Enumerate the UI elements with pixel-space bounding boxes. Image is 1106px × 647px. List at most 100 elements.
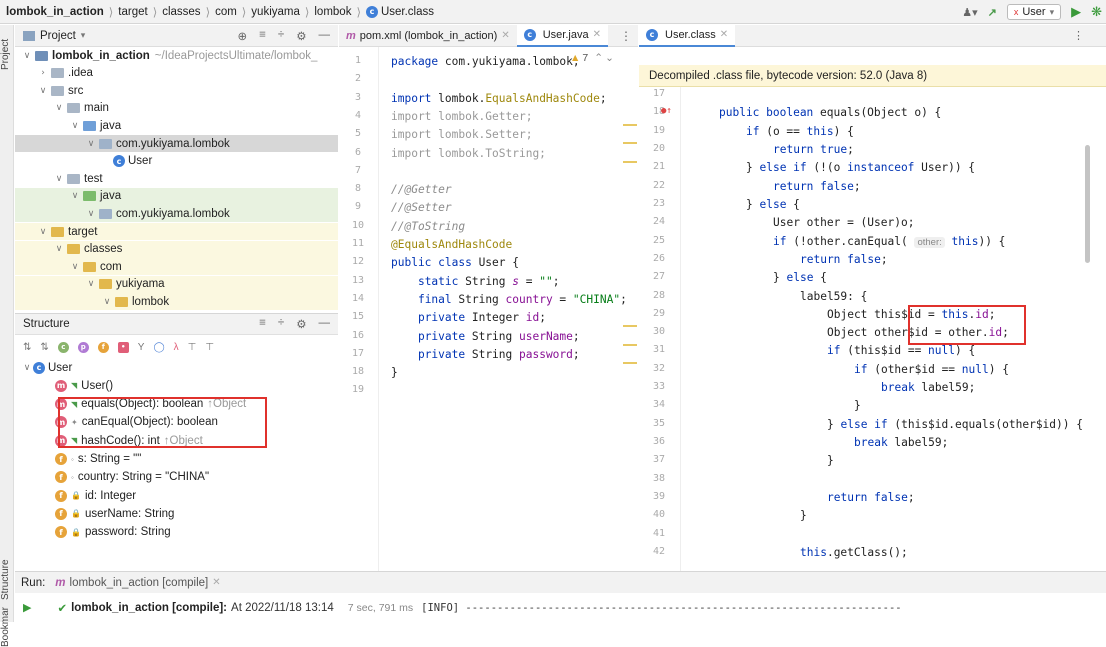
- hide-icon[interactable]: —: [319, 29, 331, 43]
- run-log-line: [INFO] ---------------------------------…: [421, 601, 902, 614]
- chevron-up-icon[interactable]: ⌃: [594, 52, 603, 64]
- breadcrumb-item[interactable]: com: [215, 6, 237, 18]
- structure-member[interactable]: f ◦ s: String = "": [15, 451, 338, 468]
- line-number: 24: [652, 216, 666, 228]
- chevron-down-icon[interactable]: ∨: [85, 139, 97, 149]
- show-properties-icon[interactable]: p: [77, 341, 89, 353]
- tree-item[interactable]: › .idea: [15, 65, 338, 82]
- autoscroll-to-source-icon[interactable]: ⊤: [188, 342, 197, 353]
- close-icon[interactable]: ✕: [501, 30, 509, 41]
- gear-icon[interactable]: ⚙: [296, 29, 306, 43]
- chevron-down-icon[interactable]: ∨: [101, 297, 113, 307]
- run-tab[interactable]: m lombok_in_action [compile] ✕: [55, 577, 220, 589]
- locate-icon[interactable]: ⊕: [238, 29, 248, 43]
- close-icon[interactable]: ✕: [212, 577, 220, 588]
- editor-scrollbar[interactable]: [1085, 145, 1090, 263]
- debug-icon[interactable]: ❋: [1091, 4, 1102, 20]
- structure-member[interactable]: f 🔒 userName: String: [15, 505, 338, 522]
- build-hammer-icon[interactable]: ↗: [988, 6, 997, 19]
- tree-item[interactable]: ∨ test: [15, 170, 338, 187]
- breadcrumb-item[interactable]: lombok: [314, 6, 351, 18]
- show-anonymous-icon[interactable]: ◯: [153, 342, 164, 353]
- show-lambdas-icon[interactable]: λ: [174, 342, 179, 353]
- editor-user-class[interactable]: 17 18 public boolean equals(Object o) {●↑ 1…: [639, 87, 1106, 571]
- expand-all-icon[interactable]: ≡: [259, 29, 266, 43]
- chevron-down-icon[interactable]: ∨: [69, 121, 81, 131]
- structure-root[interactable]: ∨ c User: [15, 359, 338, 376]
- chevron-down-icon[interactable]: ∨: [37, 227, 49, 237]
- chevron-down-icon[interactable]: ∨: [37, 86, 49, 96]
- breadcrumb-item[interactable]: lombok_in_action: [6, 6, 104, 18]
- tree-item[interactable]: ∨ com.yukiyama.lombok: [15, 205, 338, 223]
- chevron-down-icon[interactable]: ∨: [21, 363, 33, 373]
- tree-item[interactable]: ∨ src: [15, 82, 338, 99]
- show-nonpublic-icon[interactable]: •: [117, 341, 129, 353]
- show-fields-icon[interactable]: f: [97, 341, 109, 353]
- tree-item[interactable]: ∨ classes: [15, 240, 338, 258]
- chevron-right-icon[interactable]: ›: [37, 68, 49, 78]
- tree-item[interactable]: c User: [15, 153, 338, 170]
- tree-item[interactable]: ∨ main: [15, 100, 338, 117]
- more-tabs-icon[interactable]: ⋮: [620, 29, 632, 43]
- run-entry-title[interactable]: lombok_in_action [compile]:: [71, 602, 227, 614]
- editor-user-java[interactable]: 1 package com.yukiyama.lombok; 2 3 import lo…: [339, 47, 638, 571]
- code-line: package com.yukiyama.lombok;: [391, 55, 580, 68]
- tree-item[interactable]: ∨ target: [15, 223, 338, 240]
- chevron-down-icon[interactable]: ∨: [69, 191, 81, 201]
- collapse-all-icon[interactable]: ÷: [278, 29, 284, 43]
- chevron-down-icon[interactable]: ∨: [53, 244, 65, 254]
- vcs-user-icon[interactable]: ♟▾: [962, 6, 977, 19]
- tab-user-java[interactable]: c User.java ✕: [516, 24, 608, 47]
- show-inherited-icon[interactable]: c: [57, 341, 69, 353]
- project-tool-button[interactable]: Project: [0, 29, 14, 79]
- chevron-down-icon[interactable]: ▾: [81, 30, 86, 41]
- structure-member[interactable]: f 🔒 id: Integer: [15, 487, 338, 504]
- line-number: 2: [354, 73, 362, 85]
- override-gutter-icon[interactable]: ●↑: [661, 106, 672, 116]
- project-tree: ∨ lombok_in_action ~/IdeaProjectsUltimate/…: [15, 47, 338, 313]
- structure-member[interactable]: f 🔒 password: String: [15, 524, 338, 541]
- project-panel-title[interactable]: Project: [40, 30, 76, 42]
- run-config-selector[interactable]: x User ▾: [1006, 4, 1062, 20]
- chevron-down-icon[interactable]: ∨: [85, 279, 97, 289]
- run-icon[interactable]: ▶: [1071, 4, 1081, 20]
- breadcrumb-item[interactable]: classes: [162, 6, 200, 18]
- rerun-icon[interactable]: ▶: [23, 601, 31, 614]
- hide-icon[interactable]: —: [319, 317, 331, 331]
- tree-item[interactable]: ∨ lombok: [15, 293, 338, 311]
- tree-item[interactable]: ∨ lombok_in_action ~/IdeaProjectsUltimate/…: [15, 47, 338, 64]
- chevron-down-icon[interactable]: ∨: [69, 262, 81, 272]
- expand-all-icon[interactable]: ≡: [259, 317, 266, 331]
- gear-icon[interactable]: ⚙: [296, 317, 306, 331]
- breadcrumb-item[interactable]: target: [118, 6, 147, 18]
- tree-item[interactable]: ∨ java: [15, 187, 338, 205]
- autoscroll-from-source-icon[interactable]: ⊤: [205, 342, 214, 353]
- close-icon[interactable]: ✕: [720, 29, 728, 40]
- structure-member[interactable]: f ◦ country: String = "CHINA": [15, 469, 338, 486]
- bookmarks-tool-button[interactable]: Bookmarks: [0, 607, 14, 647]
- structure-tool-button[interactable]: Structure: [0, 555, 14, 605]
- chevron-down-icon[interactable]: ⌄: [605, 52, 614, 64]
- sort-alpha-icon[interactable]: ⇅: [40, 342, 48, 353]
- sort-visibility-icon[interactable]: ⇅: [23, 342, 31, 353]
- filter-icon[interactable]: Y: [138, 342, 145, 353]
- tab-pom-xml[interactable]: m pom.xml (lombok_in_action) ✕: [339, 25, 517, 47]
- breadcrumb-item[interactable]: yukiyama: [251, 6, 300, 18]
- chevron-down-icon[interactable]: ∨: [21, 51, 33, 61]
- chevron-down-icon[interactable]: ∨: [85, 209, 97, 219]
- inspection-widget[interactable]: ▲ 7 ⌃ ⌄: [570, 52, 614, 64]
- close-icon[interactable]: ✕: [593, 29, 601, 40]
- structure-member[interactable]: m ◥ User(): [15, 377, 338, 394]
- more-tabs-icon[interactable]: ⋮: [1073, 29, 1084, 42]
- breadcrumb-item[interactable]: c User.class: [365, 5, 434, 18]
- tree-item[interactable]: ∨ java: [15, 117, 338, 134]
- chevron-down-icon[interactable]: ∨: [53, 174, 65, 184]
- run-duration: 7 sec, 791 ms: [347, 601, 414, 614]
- line-number: 1: [354, 55, 362, 66]
- tree-item[interactable]: ∨ com.yukiyama.lombok: [15, 135, 338, 152]
- tree-item[interactable]: ∨ yukiyama: [15, 275, 338, 293]
- tab-user-class[interactable]: c User.class ✕: [639, 24, 736, 47]
- tree-item[interactable]: ∨ com: [15, 258, 338, 276]
- collapse-all-icon[interactable]: ÷: [278, 317, 284, 331]
- chevron-down-icon[interactable]: ∨: [53, 103, 65, 113]
